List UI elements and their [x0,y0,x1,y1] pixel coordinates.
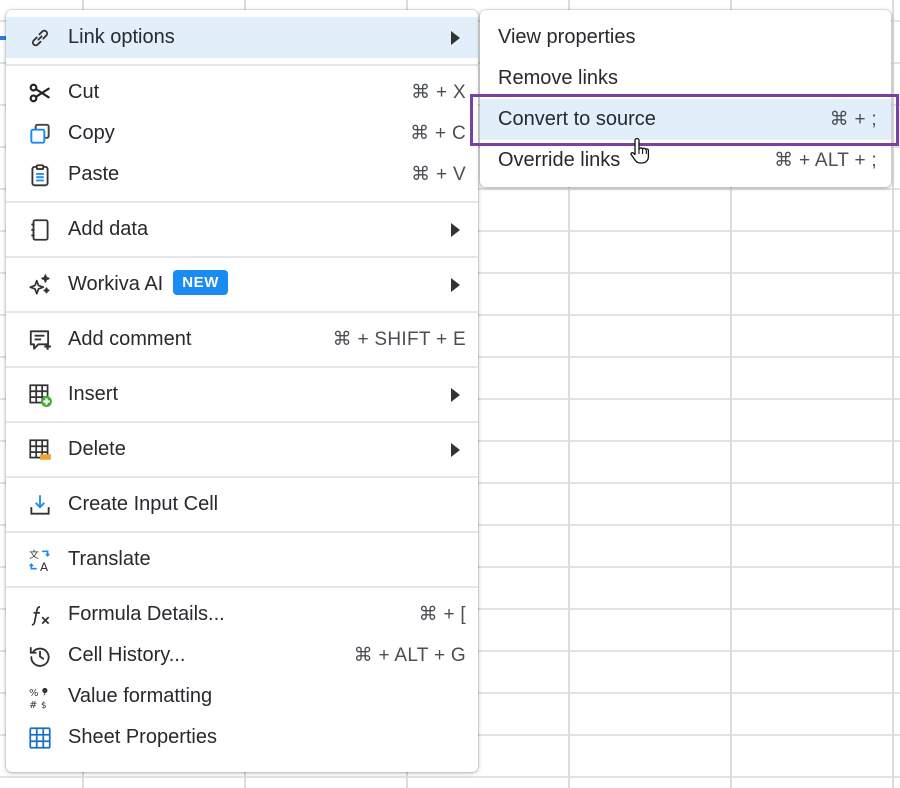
svg-text:文: 文 [29,547,39,560]
menu-item-copy[interactable]: Copy ⌘ + C [6,113,478,154]
delete-table-icon [26,436,54,464]
workiva-ai-label: Workiva AI [68,272,164,295]
svg-text:A: A [40,559,49,572]
menu-separator [6,476,478,478]
sparkle-icon [26,271,54,299]
svg-text:%: % [29,687,38,698]
menu-separator [6,366,478,368]
menu-separator [6,586,478,588]
menu-item-label: Delete [68,438,126,460]
hand-cursor-icon [630,137,650,164]
shortcut-label: ⌘ + ALT + ; [774,150,877,171]
clipboard-icon [26,161,54,189]
translate-icon: 文 A [26,546,54,574]
menu-item-label: Paste [68,163,120,185]
submenu-item-view-properties[interactable]: View properties [480,17,891,58]
menu-item-cut[interactable]: Cut ⌘ + X [6,72,478,113]
shortcut-label: ⌘ + [ [418,604,466,625]
menu-item-sheet-properties[interactable]: Sheet Properties [6,717,478,758]
svg-text:#: # [29,699,37,709]
submenu-arrow-icon [451,387,460,402]
menu-separator [6,311,478,313]
menu-item-formula-details[interactable]: Formula Details... ⌘ + [ [6,594,478,635]
menu-item-label: Create Input Cell [68,493,219,515]
shortcut-label: ⌘ + ; [829,109,877,130]
shortcut-label: ⌘ + ALT + G [353,645,466,666]
menu-item-insert[interactable]: Insert [6,374,478,415]
input-cell-icon [26,491,54,519]
submenu-item-label: View properties [498,26,636,48]
menu-item-label: Add comment [68,328,192,350]
submenu-item-label: Remove links [498,67,619,89]
menu-item-label: Translate [68,548,151,570]
menu-item-label: Add data [68,218,149,240]
submenu-item-remove-links[interactable]: Remove links [480,58,891,99]
shortcut-label: ⌘ + SHIFT + E [332,329,466,350]
submenu-arrow-icon [451,442,460,457]
menu-item-label: Insert [68,383,119,405]
menu-separator [6,256,478,258]
menu-item-cell-history[interactable]: Cell History... ⌘ + ALT + G [6,635,478,676]
menu-item-translate[interactable]: 文 A Translate [6,539,478,580]
submenu-arrow-icon [451,30,460,45]
context-menu: Link options Cut ⌘ + X Copy ⌘ + C Paste … [6,10,478,772]
shortcut-label: ⌘ + V [411,164,466,185]
menu-separator [6,531,478,533]
new-badge: NEW [173,270,229,295]
menu-item-label: Copy [68,122,115,144]
menu-separator [6,201,478,203]
history-icon [26,642,54,670]
shortcut-label: ⌘ + C [410,123,466,144]
formula-icon [26,601,54,629]
menu-item-label: Workiva AI NEW [68,270,451,297]
value-format-icon: % # $ [26,683,54,711]
submenu-item-override-links[interactable]: Override links ⌘ + ALT + ; [480,140,891,181]
menu-item-label: Value formatting [68,685,213,707]
menu-item-value-formatting[interactable]: % # $ Value formatting [6,676,478,717]
menu-item-label: Cut [68,81,100,103]
table-icon [26,724,54,752]
submenu-arrow-icon [451,277,460,292]
menu-item-add-data[interactable]: Add data [6,209,478,250]
menu-item-add-comment[interactable]: Add comment ⌘ + SHIFT + E [6,319,478,360]
menu-item-create-input-cell[interactable]: Create Input Cell [6,484,478,525]
menu-item-label: Link options [68,26,175,48]
comment-icon [26,326,54,354]
menu-separator [6,421,478,423]
menu-item-link-options[interactable]: Link options [6,17,478,58]
link-options-submenu: View properties Remove links Convert to … [480,10,891,187]
scissors-icon [26,79,54,107]
link-icon [26,24,54,52]
notebook-icon [26,216,54,244]
copy-icon [26,120,54,148]
insert-table-icon [26,381,54,409]
menu-item-workiva-ai[interactable]: Workiva AI NEW [6,264,478,305]
submenu-item-label: Convert to source [498,108,656,130]
menu-separator [6,64,478,66]
shortcut-label: ⌘ + X [411,82,466,103]
menu-item-label: Sheet Properties [68,726,217,748]
submenu-item-convert-to-source[interactable]: Convert to source ⌘ + ; [480,99,891,140]
menu-item-label: Cell History... [68,644,186,666]
menu-item-paste[interactable]: Paste ⌘ + V [6,154,478,195]
submenu-arrow-icon [451,222,460,237]
menu-item-label: Formula Details... [68,603,225,625]
svg-text:$: $ [41,700,47,709]
menu-item-delete[interactable]: Delete [6,429,478,470]
